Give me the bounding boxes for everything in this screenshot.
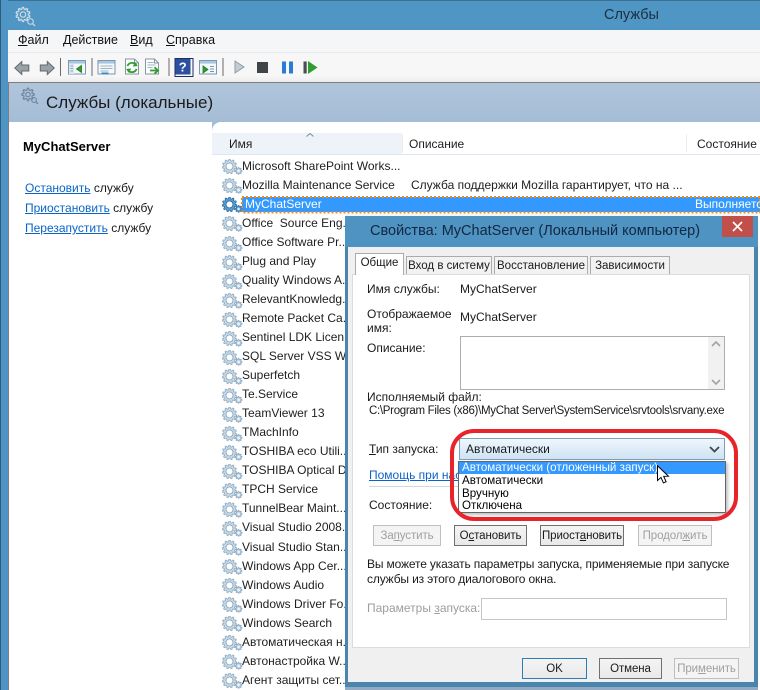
svg-text:?: ? bbox=[179, 60, 187, 75]
